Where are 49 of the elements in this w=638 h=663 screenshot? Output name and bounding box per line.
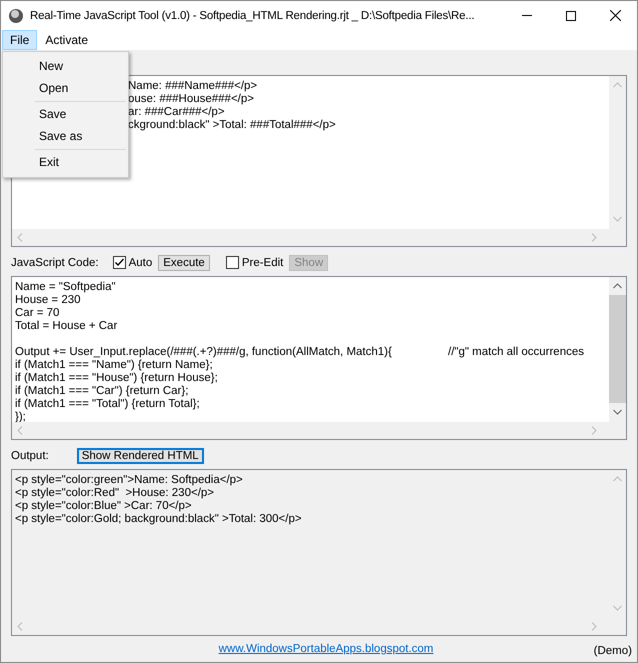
menu-entry[interactable]: New: [5, 55, 126, 77]
website-link[interactable]: www.WindowsPortableApps.blogspot.com: [218, 643, 434, 655]
code-line: ckground:black" >Total: ###Total###</p>: [128, 119, 337, 132]
scroll-left-icon[interactable]: [17, 622, 23, 631]
javascript-code-label: JavaScript Code:: [11, 256, 99, 268]
code-line: ar: ###Car###</p>: [128, 106, 226, 119]
scroll-right-icon[interactable]: [591, 622, 597, 631]
scroll-left-icon[interactable]: [17, 426, 23, 435]
checkbox-icon: [112, 256, 126, 269]
code-line: Car = 70: [15, 307, 60, 320]
app-icon: [8, 8, 24, 24]
window-title: Real-Time JavaScript Tool (v1.0) - Softpedia_HTML Rendering.rjt _ D:\Softpedia Files\Re...: [30, 10, 474, 22]
output-line: <p style="color:Blue" >Car: 70</p>: [15, 500, 193, 513]
scroll-right-icon[interactable]: [591, 233, 597, 242]
code-line: ouse: ###House###</p>: [128, 93, 255, 106]
pre-edit-checkbox[interactable]: Pre-Edit: [226, 256, 284, 269]
show-rendered-html-button[interactable]: Show Rendered HTML: [76, 448, 204, 464]
code-line: if (Match1 === "House") {return House};: [15, 372, 219, 385]
code-line: if (Match1 === "Car") {return Car};: [15, 385, 190, 398]
execute-button[interactable]: Execute: [158, 254, 210, 270]
maximize-icon: [566, 10, 576, 20]
code-line: Name: ###Name###</p>: [128, 80, 258, 93]
minimize-icon: [522, 15, 532, 16]
code-line: if (Match1 === "Total") {return Total};: [15, 398, 201, 411]
output-label: Output:: [11, 450, 49, 462]
close-icon: [610, 10, 620, 21]
scroll-right-icon[interactable]: [591, 426, 597, 435]
menu-item[interactable]: File: [2, 30, 38, 50]
code-line: if (Match1 === "Name") {return Name};: [15, 359, 214, 372]
scroll-down-icon[interactable]: [613, 409, 622, 415]
menu-entry[interactable]: Open: [5, 77, 126, 99]
menu-entry[interactable]: Exit: [5, 151, 126, 173]
menu-item[interactable]: Activate: [37, 30, 96, 50]
code-comment: //"g" match all occurrences: [448, 346, 584, 358]
menu-entry[interactable]: Save as: [5, 125, 126, 147]
code-line: House = 230: [15, 294, 82, 307]
code-line: Name = "Softpedia": [15, 281, 117, 294]
checkbox-icon: [226, 256, 239, 269]
demo-label: (Demo): [594, 645, 632, 657]
output-line: <p style="color:green">Name: Softpedia</p>: [15, 474, 244, 487]
scroll-up-icon[interactable]: [613, 283, 622, 289]
output-line: <p style="color:Red" >House: 230</p>: [15, 487, 215, 500]
menu-entry[interactable]: Save: [5, 103, 126, 125]
scrollbar-thumb[interactable]: [609, 295, 626, 403]
code-line: Output += User_Input.replace(/###(.+?)###/g, function(AllMatch, Match1){: [15, 346, 393, 359]
code-line: Total = House + Car: [15, 320, 118, 333]
output-line: <p style="color:Gold; background:black" >Total: 300</p>: [15, 513, 303, 526]
auto-checkbox[interactable]: Auto: [112, 256, 152, 269]
scroll-left-icon[interactable]: [17, 233, 23, 242]
